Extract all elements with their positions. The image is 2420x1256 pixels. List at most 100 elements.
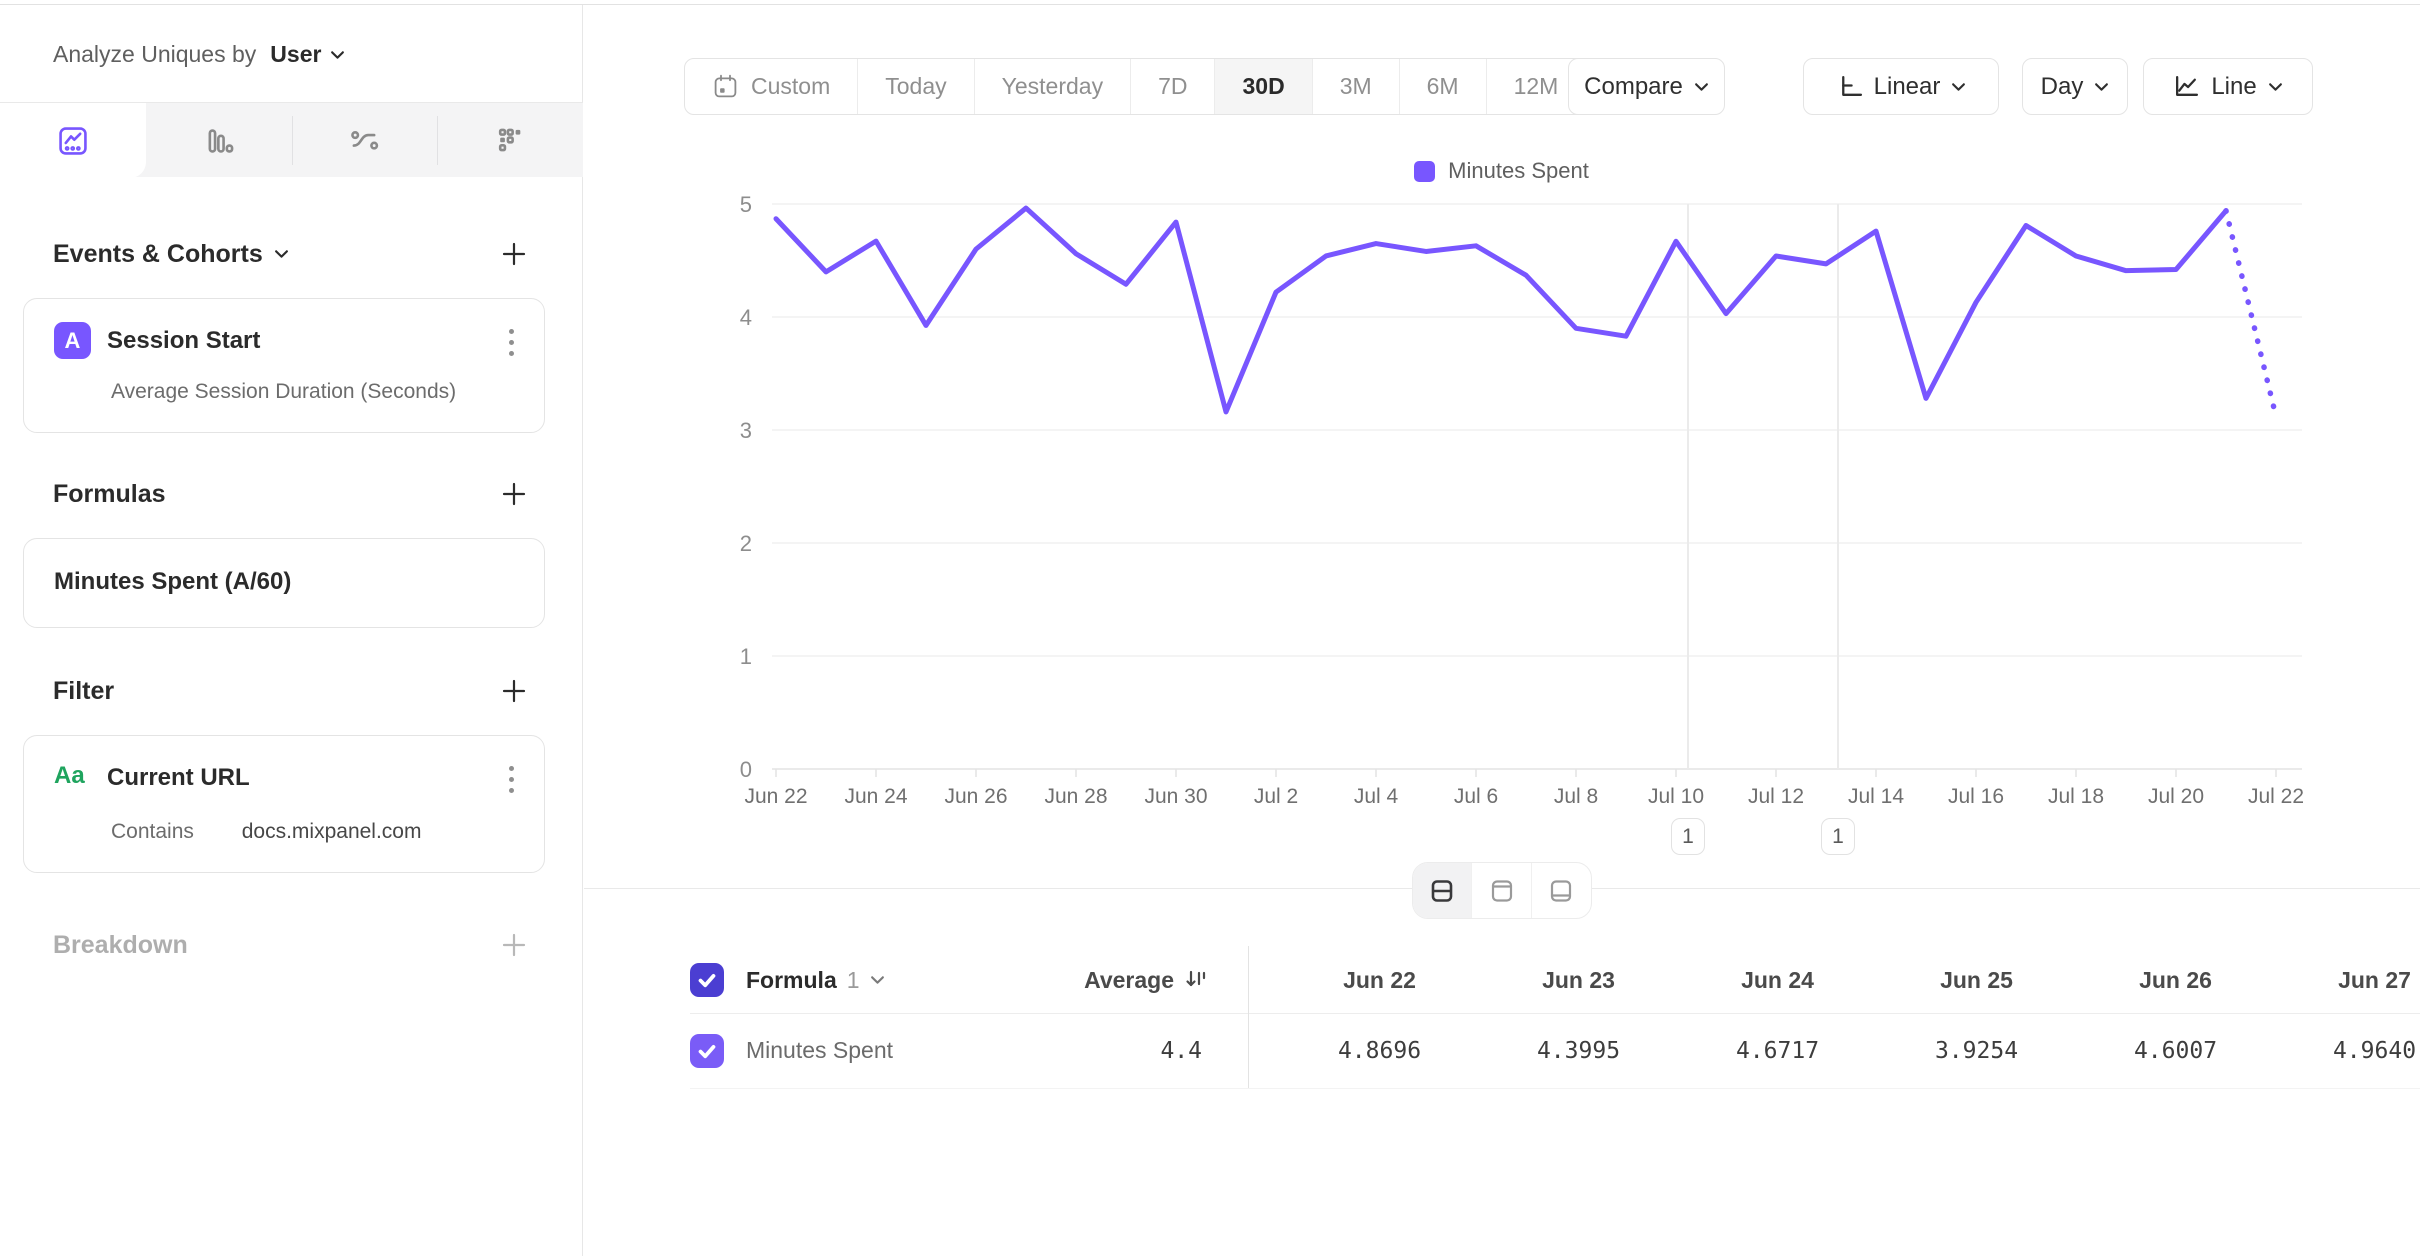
y-tick-label: 4: [740, 305, 752, 330]
filter-card[interactable]: Aa Current URL Contains docs.mixpanel.co…: [23, 735, 545, 873]
filter-property: Current URL: [107, 764, 250, 792]
property-type-badge: Aa: [54, 762, 85, 790]
average-column-header[interactable]: Average: [1084, 967, 1248, 994]
x-tick-label: Jul 16: [1948, 785, 2004, 808]
row-average-value: 4.4: [1160, 1038, 1248, 1064]
row-label[interactable]: Minutes Spent: [746, 1037, 893, 1064]
compare-button[interactable]: Compare: [1568, 58, 1725, 115]
layout-bottom-icon: [1547, 877, 1575, 905]
legend-label[interactable]: Minutes Spent: [1448, 158, 1589, 184]
cell-value: 4.6717: [1678, 1014, 1877, 1087]
y-tick-label: 2: [740, 531, 752, 556]
cell-value: 4.6007: [2076, 1014, 2275, 1087]
layout-split-button[interactable]: [1413, 863, 1472, 918]
table-row: Minutes Spent 4.4: [690, 1014, 1248, 1087]
breakdown-header: Breakdown: [53, 928, 531, 962]
annotation-badge[interactable]: 1: [1671, 818, 1705, 855]
add-breakdown-button[interactable]: [497, 928, 531, 962]
date-column-header[interactable]: Jun 22: [1280, 948, 1479, 1012]
date-column-header[interactable]: Jun 23: [1479, 948, 1678, 1012]
interval-button[interactable]: Day: [2022, 58, 2128, 115]
filter-value[interactable]: docs.mixpanel.com: [242, 820, 422, 843]
layout-top-icon: [1488, 877, 1516, 905]
chevron-down-icon: [1951, 82, 1966, 92]
row-checkbox[interactable]: [690, 1034, 724, 1068]
x-tick-label: Jul 8: [1554, 785, 1598, 808]
filter-condition: Contains docs.mixpanel.com: [111, 820, 421, 844]
events-cohorts-title: Events & Cohorts: [53, 240, 263, 269]
x-tick-label: Jul 22: [2248, 785, 2304, 808]
date-column-header[interactable]: Jun 27: [2275, 948, 2420, 1012]
events-cohorts-title-wrap[interactable]: Events & Cohorts: [53, 240, 289, 269]
filter-operator[interactable]: Contains: [111, 820, 194, 843]
table-row-values: 4.8696 4.3995 4.6717 3.9254 4.6007 4.964…: [1280, 1014, 2420, 1087]
layout-table-only-button[interactable]: [1532, 863, 1591, 918]
chevron-down-icon: [2268, 82, 2283, 92]
visualization-tabbar: [0, 102, 583, 177]
add-filter-button[interactable]: [497, 674, 531, 708]
y-tick-label: 1: [740, 644, 752, 669]
tab-bar-chart[interactable]: [146, 103, 292, 178]
filter-menu-button[interactable]: [505, 762, 518, 797]
date-range-yesterday[interactable]: Yesterday: [975, 59, 1131, 114]
x-tick-label: Jul 6: [1454, 785, 1498, 808]
metrics-grid-icon: [493, 124, 527, 158]
filter-header: Filter: [53, 674, 531, 708]
series-line: [776, 208, 2226, 412]
tab-insights[interactable]: [0, 103, 146, 178]
x-tick-label: Jun 28: [1044, 785, 1107, 808]
chart-type-button[interactable]: Line: [2143, 58, 2313, 115]
x-tick-label: Jul 4: [1354, 785, 1399, 808]
x-tick-label: Jul 12: [1748, 785, 1804, 808]
y-tick-label: 5: [740, 192, 752, 217]
tab-metrics[interactable]: [437, 103, 583, 178]
date-range-3m[interactable]: 3M: [1313, 59, 1400, 114]
annotation-badge[interactable]: 1: [1821, 818, 1855, 855]
line-chart-type-icon: [2173, 73, 2200, 100]
formula-group-header[interactable]: Formula 1: [746, 967, 885, 994]
event-menu-button[interactable]: [505, 325, 518, 360]
flows-icon: [348, 124, 382, 158]
date-range-30d[interactable]: 30D: [1215, 59, 1312, 114]
event-title: Session Start: [107, 327, 260, 355]
date-range-7d[interactable]: 7D: [1131, 59, 1215, 114]
add-formula-button[interactable]: [497, 477, 531, 511]
calendar-icon: [712, 73, 739, 100]
date-column-header[interactable]: Jun 25: [1877, 948, 2076, 1012]
layout-chart-only-button[interactable]: [1472, 863, 1531, 918]
add-event-button[interactable]: [497, 237, 531, 271]
date-range-today[interactable]: Today: [858, 59, 974, 114]
x-tick-label: Jul 2: [1254, 785, 1298, 808]
date-range-6m[interactable]: 6M: [1400, 59, 1487, 114]
mixpanel-insights-screen: 012345Jun 22Jun 24Jun 26Jun 28Jun 30Jul …: [0, 0, 2420, 1256]
table-header-left: Formula 1 Average: [690, 948, 1248, 1012]
chevron-down-icon: [330, 50, 345, 60]
insights-line-chart-icon: [56, 124, 90, 158]
event-aggregation[interactable]: Average Session Duration (Seconds): [111, 380, 456, 404]
formula-card[interactable]: Minutes Spent (A/60): [23, 538, 545, 628]
x-tick-label: Jul 18: [2048, 785, 2104, 808]
scale-button[interactable]: Linear: [1803, 58, 1999, 115]
date-column-header[interactable]: Jun 26: [2076, 948, 2275, 1012]
table-vertical-divider: [1248, 946, 1249, 1088]
sort-descending-icon: [1184, 968, 1208, 992]
chart-legend: Minutes Spent: [583, 158, 2420, 184]
layout-toggle: [1412, 862, 1592, 919]
x-tick-label: Jun 26: [944, 785, 1007, 808]
formulas-header: Formulas: [53, 477, 531, 511]
cell-value: 3.9254: [1877, 1014, 2076, 1087]
x-tick-label: Jul 10: [1648, 785, 1704, 808]
date-range-custom[interactable]: Custom: [685, 59, 858, 114]
tab-divider: [437, 116, 438, 165]
date-column-header[interactable]: Jun 24: [1678, 948, 1877, 1012]
select-all-checkbox[interactable]: [690, 963, 724, 997]
x-tick-label: Jun 30: [1144, 785, 1207, 808]
x-tick-label: Jun 24: [844, 785, 907, 808]
cell-value: 4.3995: [1479, 1014, 1678, 1087]
tab-flows[interactable]: [292, 103, 438, 178]
analyze-uniques-selector[interactable]: User: [270, 41, 345, 68]
x-tick-label: Jul 14: [1848, 785, 1904, 808]
events-cohorts-header: Events & Cohorts: [53, 237, 531, 271]
tab-divider: [292, 116, 293, 165]
event-card[interactable]: A Session Start Average Session Duration…: [23, 298, 545, 433]
